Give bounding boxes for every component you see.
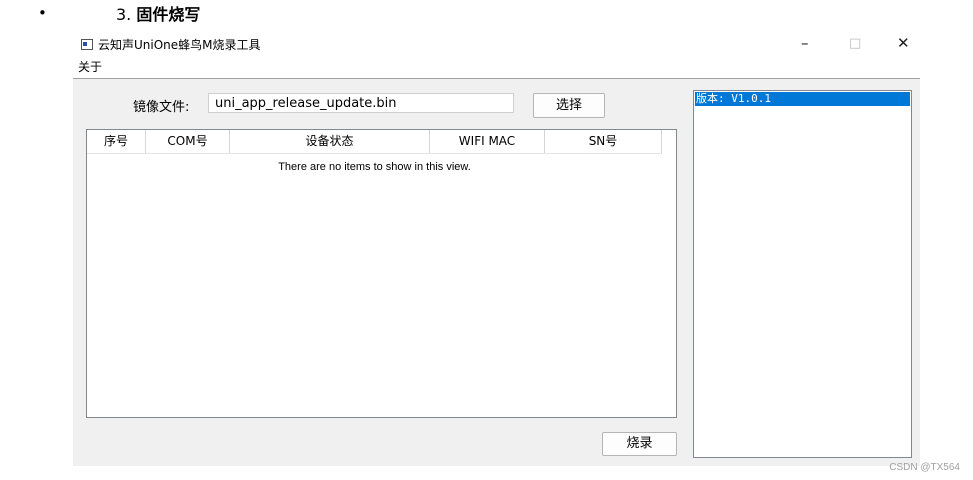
- heading-number: 3.: [116, 5, 132, 24]
- menu-bar: 关于: [73, 56, 920, 78]
- burn-button[interactable]: 烧录: [602, 432, 677, 456]
- menu-divider: [73, 78, 920, 79]
- column-header-wifi-mac[interactable]: WIFI MAC: [430, 130, 545, 153]
- column-header-index[interactable]: 序号: [87, 130, 146, 153]
- minimize-button[interactable]: –: [801, 34, 809, 52]
- close-button[interactable]: ✕: [897, 34, 910, 52]
- column-header-status[interactable]: 设备状态: [230, 130, 430, 153]
- app-window: 云知声UniOne蜂鸟M烧录工具 – □ ✕ 关于 镜像文件: 选择 序号 CO…: [73, 32, 920, 466]
- window-title: 云知声UniOne蜂鸟M烧录工具: [98, 38, 261, 52]
- watermark: CSDN @TX564: [889, 462, 960, 473]
- select-file-button[interactable]: 选择: [533, 93, 605, 118]
- menu-item-about[interactable]: 关于: [78, 58, 102, 75]
- device-table[interactable]: 序号 COM号 设备状态 WIFI MAC SN号 There are no i…: [86, 129, 677, 418]
- version-list-item[interactable]: 版本: V1.0.1: [695, 92, 910, 106]
- empty-table-message: There are no items to show in this view.: [278, 161, 471, 173]
- column-header-sn[interactable]: SN号: [545, 130, 662, 153]
- list-bullet: •: [38, 4, 47, 22]
- image-file-input[interactable]: [208, 93, 514, 113]
- column-header-com[interactable]: COM号: [146, 130, 230, 153]
- heading-text: 固件烧写: [136, 5, 201, 24]
- section-heading: 3. 固件烧写: [116, 1, 200, 25]
- image-file-label: 镜像文件:: [133, 100, 190, 115]
- maximize-button[interactable]: □: [849, 36, 861, 51]
- table-header: 序号 COM号 设备状态 WIFI MAC SN号: [87, 130, 662, 154]
- app-window-icon: [81, 39, 93, 50]
- version-list[interactable]: 版本: V1.0.1: [693, 90, 912, 458]
- title-bar[interactable]: 云知声UniOne蜂鸟M烧录工具 – □ ✕: [73, 32, 920, 56]
